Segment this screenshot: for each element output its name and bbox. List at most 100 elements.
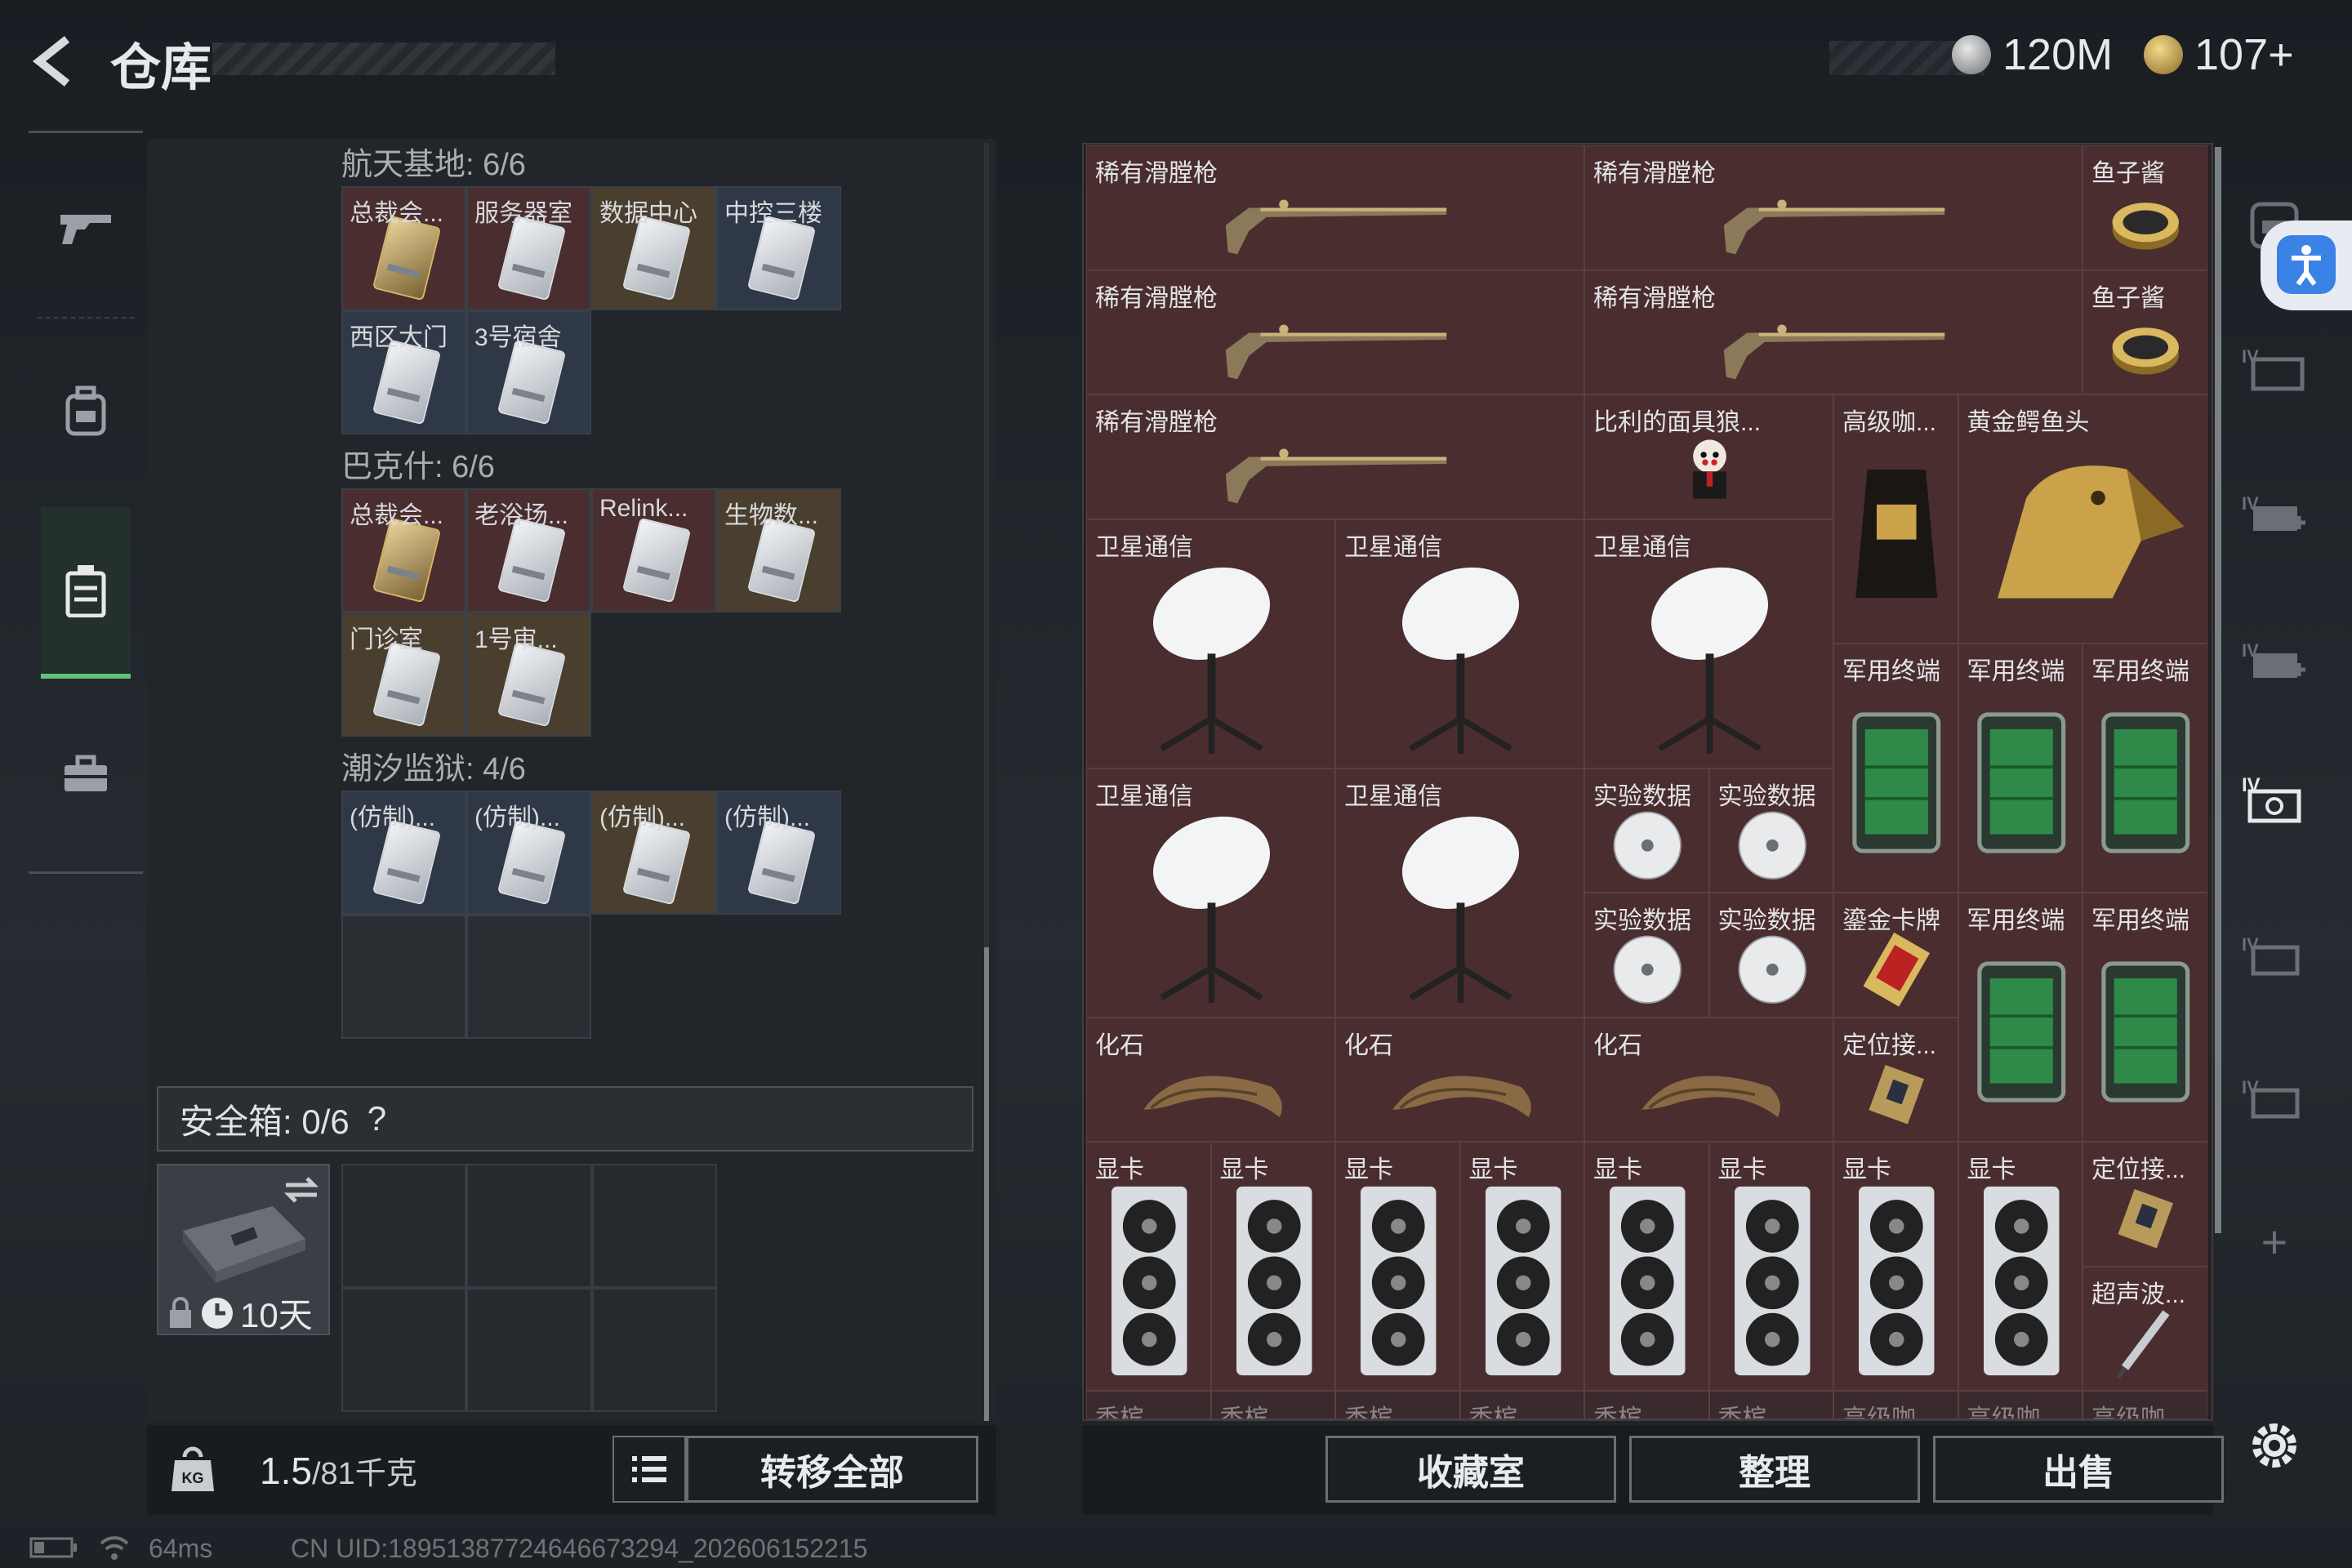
- stash-item-dim[interactable]: 高级咖...: [1958, 1391, 2082, 1419]
- stash-item-dim[interactable]: 香槟: [1335, 1391, 1460, 1419]
- stash-item-terminal[interactable]: 军用终端: [1833, 644, 1958, 893]
- stash-item-dim[interactable]: 香槟: [1459, 1391, 1584, 1419]
- scrollbar-thumb[interactable]: [984, 947, 989, 1421]
- organize-button[interactable]: 整理: [1629, 1436, 1920, 1503]
- key-card-slot[interactable]: 西区大门: [341, 310, 466, 434]
- stash-item-dim[interactable]: 高级咖...: [1833, 1391, 1958, 1419]
- stash-item-rifle[interactable]: 稀有滑膛枪: [1086, 394, 1584, 519]
- collection-room-button[interactable]: 收藏室: [1325, 1436, 1616, 1503]
- stash-item-caviar[interactable]: 鱼子酱: [2082, 145, 2207, 270]
- gear-icon[interactable]: [2238, 1409, 2311, 1482]
- stash-item-croc[interactable]: 黄金鳄鱼头: [1958, 394, 2207, 644]
- swap-icon[interactable]: [281, 1174, 322, 1206]
- safe-slot[interactable]: [466, 1164, 592, 1288]
- key-card-slot[interactable]: 1号审...: [466, 612, 591, 737]
- stash-item-gpu[interactable]: 显卡: [1833, 1142, 1958, 1391]
- safe-slot[interactable]: [466, 1288, 592, 1412]
- accessibility-button[interactable]: [2261, 220, 2352, 310]
- empty-slot[interactable]: [466, 915, 591, 1039]
- stash-item-dim[interactable]: 香槟: [1210, 1391, 1335, 1419]
- stash-item-terminal[interactable]: 军用终端: [2082, 893, 2207, 1142]
- stash-item-gpu[interactable]: 显卡: [1708, 1142, 1833, 1391]
- safe-slot[interactable]: [341, 1164, 467, 1288]
- safe-slot[interactable]: [591, 1288, 717, 1412]
- storage-case-2-icon[interactable]: IV: [2238, 478, 2311, 551]
- back-arrow-icon[interactable]: [24, 33, 82, 90]
- stash-item-gpu[interactable]: 显卡: [1086, 1142, 1211, 1391]
- stash-item-terminal[interactable]: 军用终端: [2082, 644, 2207, 893]
- toolbox-icon[interactable]: [41, 729, 131, 819]
- stash-item-terminal[interactable]: 军用终端: [1958, 893, 2082, 1142]
- stash-item-dim[interactable]: 高级咖...: [2082, 1391, 2207, 1419]
- key-card-slot[interactable]: 老浴场...: [466, 488, 591, 612]
- stash-item-caviar[interactable]: 鱼子酱: [2082, 270, 2207, 394]
- stash-item-rifle[interactable]: 稀有滑膛枪: [1584, 145, 2082, 270]
- safe-box-header[interactable]: 安全箱: 0/6 ?: [157, 1086, 973, 1152]
- empty-slot[interactable]: [341, 915, 466, 1039]
- stash-item-dim[interactable]: 香槟: [1708, 1391, 1833, 1419]
- stash-item-gpu[interactable]: 显卡: [1958, 1142, 2082, 1391]
- currency-silver[interactable]: 120M: [1952, 29, 2113, 80]
- stash-item-dim[interactable]: 香槟: [1584, 1391, 1709, 1419]
- stash-item-dish[interactable]: 卫星通信: [1086, 519, 1335, 768]
- help-icon[interactable]: ?: [368, 1099, 386, 1138]
- key-card-slot[interactable]: 服务器室: [466, 186, 591, 310]
- stash-item-fossil[interactable]: 化石: [1335, 1017, 1584, 1142]
- stash-item-fossil[interactable]: 化石: [1584, 1017, 1833, 1142]
- sell-button[interactable]: 出售: [1933, 1436, 2224, 1503]
- stash-item-coffee[interactable]: 高级咖...: [1833, 394, 1958, 644]
- stash-item-rifle[interactable]: 稀有滑膛枪: [1584, 270, 2082, 394]
- stash-item-goldcard[interactable]: 鎏金卡牌: [1833, 893, 1958, 1018]
- key-card-slot[interactable]: 3号宿舍: [466, 310, 591, 434]
- key-card-slot[interactable]: 总裁会...: [341, 488, 466, 612]
- stash-item-doll[interactable]: 比利的面具狼...: [1584, 394, 1833, 519]
- stash-item-disc[interactable]: 实验数据: [1708, 768, 1833, 893]
- stash-item-dish[interactable]: 卫星通信: [1335, 768, 1584, 1018]
- svg-text:IV: IV: [2242, 934, 2259, 955]
- key-card-slot[interactable]: 中控三楼: [716, 186, 841, 310]
- stash-item-ultrasonic[interactable]: 超声波...: [2082, 1266, 2207, 1391]
- add-case-icon[interactable]: +: [2238, 1205, 2311, 1278]
- stash-item-disc[interactable]: 实验数据: [1584, 893, 1709, 1018]
- case-icon[interactable]: [41, 507, 131, 679]
- stash-item-locator[interactable]: 定位接...: [1833, 1017, 1958, 1142]
- stash-item-fossil[interactable]: 化石: [1086, 1017, 1335, 1142]
- stash-item-terminal[interactable]: 军用终端: [1958, 644, 2082, 893]
- currency-gold[interactable]: 107+: [2144, 29, 2294, 80]
- transfer-all-button[interactable]: 转移全部: [686, 1436, 978, 1503]
- stash-item-dish[interactable]: 卫星通信: [1335, 519, 1584, 768]
- key-card-slot[interactable]: (仿制)...: [341, 791, 466, 915]
- stash-item-disc[interactable]: 实验数据: [1584, 768, 1709, 893]
- stash-item-dim[interactable]: 香槟: [1086, 1391, 1211, 1419]
- stash-item-dish[interactable]: 卫星通信: [1584, 519, 1833, 768]
- backpack-icon[interactable]: [41, 366, 131, 456]
- key-card-slot[interactable]: 生物数...: [716, 488, 841, 612]
- stash-item-rifle[interactable]: 稀有滑膛枪: [1086, 270, 1584, 394]
- storage-case-1-icon[interactable]: IV: [2238, 331, 2311, 404]
- storage-case-active-icon[interactable]: IV: [2238, 764, 2311, 837]
- stash-item-gpu[interactable]: 显卡: [1459, 1142, 1584, 1391]
- key-card-slot[interactable]: (仿制)...: [591, 791, 716, 915]
- key-card-slot[interactable]: (仿制)...: [716, 791, 841, 915]
- stash-item-gpu[interactable]: 显卡: [1210, 1142, 1335, 1391]
- storage-case-3-icon[interactable]: IV: [2238, 625, 2311, 698]
- stash-item-dish[interactable]: 卫星通信: [1086, 768, 1335, 1018]
- key-card-slot[interactable]: (仿制)...: [466, 791, 591, 915]
- key-card-slot[interactable]: 门诊室: [341, 612, 466, 737]
- stash-item-rifle[interactable]: 稀有滑膛枪: [1086, 145, 1584, 270]
- key-card-slot[interactable]: 数据中心: [591, 186, 716, 310]
- stash-item-locator[interactable]: 定位接...: [2082, 1142, 2207, 1267]
- stash-item-gpu[interactable]: 显卡: [1335, 1142, 1460, 1391]
- key-card-name: 门诊室: [350, 626, 423, 653]
- list-view-button[interactable]: [612, 1436, 686, 1503]
- safe-box-item[interactable]: 10天: [157, 1164, 330, 1335]
- safe-slot[interactable]: [591, 1164, 717, 1288]
- weapon-icon[interactable]: [41, 182, 131, 272]
- key-card-slot[interactable]: Relink...: [591, 488, 716, 612]
- stash-item-gpu[interactable]: 显卡: [1584, 1142, 1709, 1391]
- storage-case-5-icon[interactable]: IV: [2238, 1062, 2311, 1135]
- stash-item-disc[interactable]: 实验数据: [1708, 893, 1833, 1018]
- key-card-slot[interactable]: 总裁会...: [341, 186, 466, 310]
- storage-case-4-icon[interactable]: IV: [2238, 919, 2311, 992]
- safe-slot[interactable]: [341, 1288, 467, 1412]
